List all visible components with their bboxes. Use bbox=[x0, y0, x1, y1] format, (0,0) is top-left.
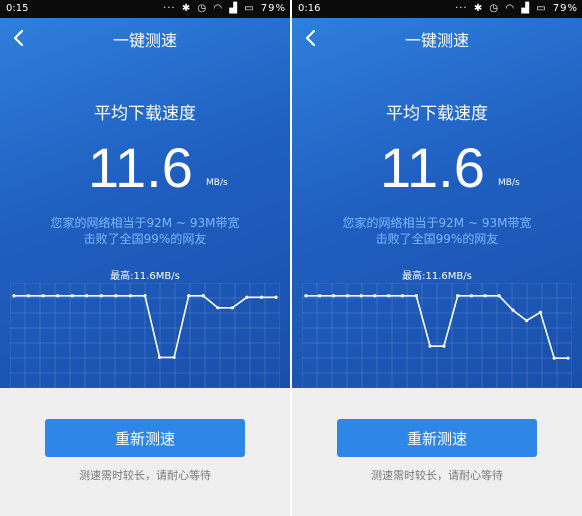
comparison-text: 您家的网络相当于92M ~ 93M带宽 击败了全国99%的网友 bbox=[292, 215, 582, 247]
alarm-icon: ◷ bbox=[197, 3, 208, 14]
speed-chart bbox=[302, 283, 572, 388]
speed-test-panel: 一键测速 平均下载速度 11.6 MB/s 您家的网络相当于92M ~ 93M带… bbox=[0, 18, 290, 388]
speed-point bbox=[345, 294, 349, 298]
speed-label: 平均下载速度 bbox=[94, 104, 196, 124]
speed-point bbox=[304, 294, 308, 298]
speed-point bbox=[566, 356, 570, 360]
speed-point bbox=[128, 294, 133, 298]
title-bar: 一键测速 bbox=[292, 18, 582, 58]
speed-point bbox=[201, 294, 205, 298]
wifi-icon: ◠ bbox=[505, 3, 516, 14]
status-bar: 0:16 ··· ✱ ◷ ◠ ▟ ▭ 79% bbox=[292, 0, 582, 18]
bluetooth-icon: ✱ bbox=[473, 3, 484, 14]
battery-percent: 79% bbox=[552, 3, 578, 14]
speed-point bbox=[26, 294, 31, 298]
speed-point bbox=[259, 295, 264, 299]
bottom-panel: 重新测速 测速需时较长，请耐心等待 bbox=[292, 388, 582, 516]
speed-test-panel: 一键测速 平均下载速度 11.6 MB/s 您家的网络相当于92M ~ 93M带… bbox=[292, 18, 582, 388]
wait-hint: 测速需时较长，请耐心等待 bbox=[79, 469, 211, 482]
page-title: 一键测速 bbox=[404, 31, 469, 50]
title-bar: 一键测速 bbox=[0, 18, 290, 58]
phone-screen-left: 0:15 ··· ✱ ◷ ◠ ▟ ▭ 79% 一键测速 平均下载速度 11.6 … bbox=[0, 0, 290, 516]
speed-point bbox=[331, 294, 336, 298]
speed-label: 平均下载速度 bbox=[386, 104, 488, 124]
speed-point bbox=[511, 308, 515, 312]
speed-point bbox=[497, 294, 501, 298]
status-icons: ··· ✱ ◷ ◠ ▟ ▭ 79% bbox=[161, 0, 286, 18]
max-speed-label: 最高:11.6MB/s bbox=[110, 271, 180, 282]
page-title: 一键测速 bbox=[112, 31, 177, 50]
speed-point bbox=[359, 294, 363, 298]
speed-chart bbox=[10, 283, 280, 388]
speed-point bbox=[56, 294, 60, 298]
speed-point bbox=[469, 294, 474, 298]
speed-point bbox=[245, 295, 249, 299]
speed-point bbox=[456, 294, 460, 298]
speed-unit: MB/s bbox=[498, 178, 520, 188]
retest-button[interactable]: 重新测速 bbox=[45, 419, 245, 457]
speed-point bbox=[483, 294, 487, 298]
battery-percent: 79% bbox=[260, 3, 286, 14]
speed-point bbox=[143, 294, 147, 298]
status-bar: 0:15 ··· ✱ ◷ ◠ ▟ ▭ 79% bbox=[0, 0, 290, 18]
signal-icon: ▟ bbox=[521, 3, 530, 14]
phone-screen-right: 0:16 ··· ✱ ◷ ◠ ▟ ▭ 79% 一键测速 平均下载速度 11.6 … bbox=[292, 0, 582, 516]
speed-point bbox=[12, 294, 16, 298]
ranking-text: 击败了全国99%的网友 bbox=[83, 232, 207, 246]
speed-point bbox=[216, 306, 220, 310]
bottom-panel: 重新测速 测速需时较长，请耐心等待 bbox=[0, 388, 290, 516]
bandwidth-equivalent: 您家的网络相当于92M ~ 93M带宽 bbox=[50, 216, 240, 230]
speed-value: 11.6 bbox=[88, 136, 193, 199]
max-speed-label: 最高:11.6MB/s bbox=[402, 271, 472, 282]
status-time: 0:15 bbox=[6, 3, 29, 14]
speed-point bbox=[99, 294, 103, 298]
speed-point bbox=[187, 294, 191, 298]
retest-button[interactable]: 重新测速 bbox=[337, 419, 537, 457]
bandwidth-equivalent: 您家的网络相当于92M ~ 93M带宽 bbox=[342, 216, 532, 230]
speed-point bbox=[552, 356, 556, 360]
wait-hint: 测速需时较长，请耐心等待 bbox=[371, 469, 503, 482]
status-icons: ··· ✱ ◷ ◠ ▟ ▭ 79% bbox=[453, 0, 578, 18]
speed-value: 11.6 bbox=[380, 136, 485, 199]
speed-point bbox=[387, 294, 391, 298]
signal-icon: ▟ bbox=[229, 3, 238, 14]
speed-point bbox=[157, 355, 162, 360]
speed-point bbox=[442, 344, 446, 348]
speed-unit: MB/s bbox=[206, 178, 228, 188]
speed-point bbox=[172, 355, 176, 360]
speed-point bbox=[428, 344, 432, 348]
more-icon: ··· bbox=[163, 3, 176, 14]
wifi-icon: ◠ bbox=[213, 3, 224, 14]
speed-point bbox=[114, 294, 118, 298]
alarm-icon: ◷ bbox=[489, 3, 500, 14]
speed-point bbox=[318, 294, 322, 298]
speed-point bbox=[538, 310, 543, 314]
speed-point bbox=[274, 295, 278, 299]
speed-point bbox=[373, 294, 377, 298]
speed-point bbox=[525, 318, 529, 323]
ranking-text: 击败了全国99%的网友 bbox=[375, 232, 499, 246]
battery-icon: ▭ bbox=[244, 3, 255, 14]
comparison-text: 您家的网络相当于92M ~ 93M带宽 击败了全国99%的网友 bbox=[0, 215, 290, 247]
bluetooth-icon: ✱ bbox=[181, 3, 192, 14]
battery-icon: ▭ bbox=[536, 3, 547, 14]
speed-point bbox=[41, 294, 45, 298]
speed-point bbox=[230, 306, 234, 310]
speed-point bbox=[400, 294, 405, 298]
status-time: 0:16 bbox=[298, 3, 321, 14]
more-icon: ··· bbox=[455, 3, 468, 14]
speed-point bbox=[70, 294, 74, 298]
speed-point bbox=[85, 294, 89, 298]
speed-point bbox=[414, 294, 418, 298]
